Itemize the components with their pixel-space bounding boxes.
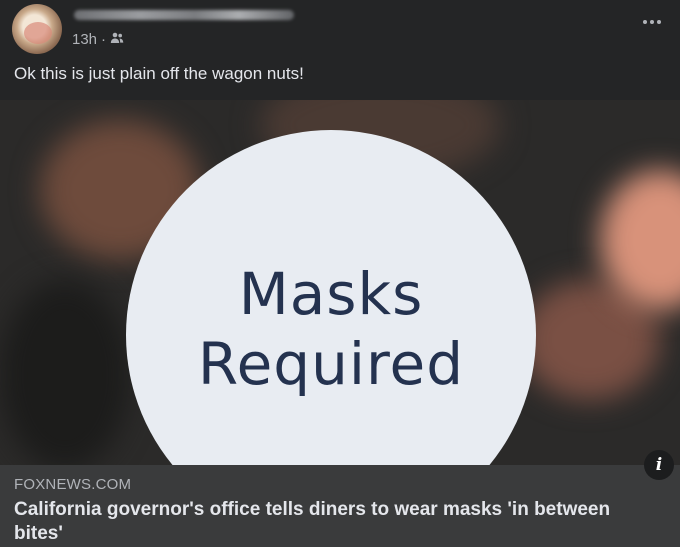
sign-line-2: Required [197,329,465,398]
background-shadow [0,280,130,465]
link-title[interactable]: California governor's office tells diner… [14,498,654,546]
link-preview-bar[interactable]: FOXNEWS.COM California governor's office… [0,465,680,547]
author-name-redacted[interactable] [74,10,294,20]
sign-line-1: Masks [238,260,424,328]
meta-separator: · [101,31,107,48]
more-options-icon[interactable] [638,12,666,32]
post-meta: 13h · [72,31,124,48]
avatar[interactable] [12,4,62,54]
post-text: Ok this is just plain off the wagon nuts… [14,64,304,83]
info-icon[interactable]: i [644,450,674,480]
post-timestamp[interactable]: 13h [72,31,97,48]
post-header: 13h · [0,0,680,60]
friends-icon[interactable] [110,31,124,48]
feed-post: 13h · Ok this is just plain off the wago… [0,0,680,547]
link-domain: FOXNEWS.COM [14,476,132,493]
link-preview-image[interactable]: Masks Required [0,100,680,465]
